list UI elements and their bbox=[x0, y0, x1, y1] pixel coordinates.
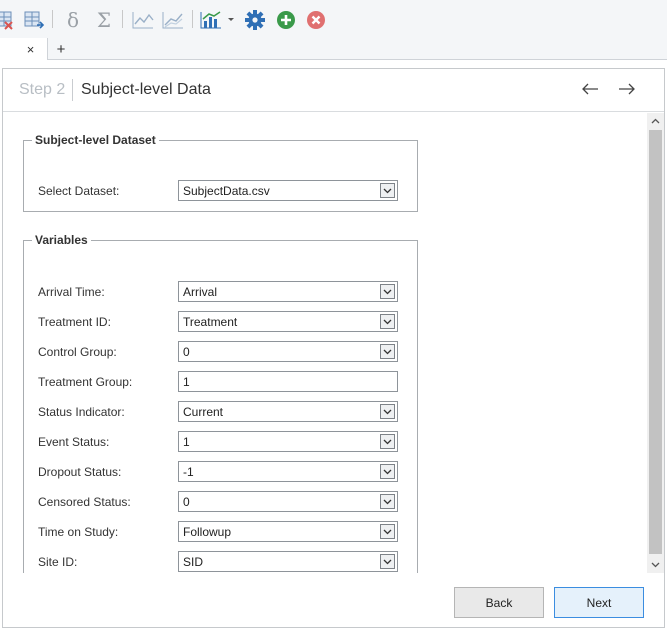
variable-label: Censored Status: bbox=[38, 495, 131, 509]
variable-label: Treatment ID: bbox=[38, 315, 111, 329]
variable-dropdown[interactable]: Current bbox=[178, 401, 398, 422]
variable-label: Status Indicator: bbox=[38, 405, 125, 419]
variable-dropdown[interactable]: Arrival bbox=[178, 281, 398, 302]
delta-icon[interactable]: δ bbox=[62, 8, 84, 32]
variable-dropdown[interactable]: 1 bbox=[178, 431, 398, 452]
subject-dataset-group: Subject-level Dataset Select Dataset: Su… bbox=[23, 133, 418, 212]
close-tab-icon[interactable]: × bbox=[27, 42, 35, 57]
line-chart-icon[interactable] bbox=[130, 8, 156, 32]
back-arrow-icon[interactable] bbox=[579, 78, 601, 100]
variable-label: Event Status: bbox=[38, 435, 110, 449]
toolbar-separator bbox=[192, 10, 193, 28]
variable-value: Arrival bbox=[183, 285, 218, 299]
header-divider bbox=[72, 79, 73, 101]
page-title: Subject-level Data bbox=[81, 81, 211, 98]
step-number: Step 2 bbox=[19, 81, 66, 98]
chevron-down-icon[interactable] bbox=[380, 344, 395, 359]
chevron-down-icon[interactable] bbox=[380, 464, 395, 479]
vertical-scrollbar[interactable] bbox=[647, 113, 664, 573]
variable-value: Followup bbox=[183, 525, 232, 539]
toolbar: δ Σ bbox=[0, 0, 667, 38]
variable-dropdown[interactable]: 0 bbox=[178, 491, 398, 512]
chevron-down-icon[interactable] bbox=[380, 284, 395, 299]
toolbar-separator bbox=[122, 10, 123, 28]
variable-value: -1 bbox=[183, 465, 194, 479]
area-chart-icon[interactable] bbox=[160, 8, 186, 32]
add-circle-icon[interactable] bbox=[274, 8, 298, 32]
variable-text-input[interactable]: 1 bbox=[178, 371, 398, 392]
tab-strip: × + bbox=[0, 38, 667, 60]
group-legend: Subject-level Dataset bbox=[35, 133, 156, 147]
add-tab-icon[interactable]: + bbox=[52, 38, 70, 60]
variable-value: Current bbox=[183, 405, 224, 419]
remove-circle-icon[interactable] bbox=[304, 8, 328, 32]
sigma-icon[interactable]: Σ bbox=[93, 8, 115, 32]
variable-dropdown[interactable]: Treatment bbox=[178, 311, 398, 332]
select-dataset-value: SubjectData.csv bbox=[183, 184, 270, 198]
variable-dropdown[interactable]: -1 bbox=[178, 461, 398, 482]
table-import-icon[interactable] bbox=[22, 8, 46, 32]
variable-value: 1 bbox=[183, 435, 190, 449]
variable-label: Control Group: bbox=[38, 345, 117, 359]
chevron-down-icon[interactable] bbox=[380, 494, 395, 509]
variable-value: SID bbox=[183, 555, 204, 569]
variable-value: 0 bbox=[183, 345, 190, 359]
next-button[interactable]: Next bbox=[554, 587, 644, 618]
content-scroll-area: Subject-level Dataset Select Dataset: Su… bbox=[3, 113, 664, 573]
chevron-down-icon[interactable] bbox=[380, 183, 395, 198]
back-button[interactable]: Back bbox=[454, 587, 544, 618]
scroll-down-icon[interactable] bbox=[647, 557, 664, 573]
select-dataset-label: Select Dataset: bbox=[38, 184, 120, 198]
variable-dropdown[interactable]: 0 bbox=[178, 341, 398, 362]
chevron-down-icon[interactable] bbox=[380, 314, 395, 329]
variable-dropdown[interactable]: Followup bbox=[178, 521, 398, 542]
variable-label: Site ID: bbox=[38, 555, 78, 569]
variables-group: Variables Arrival Time: Arrival Treatment … bbox=[23, 233, 418, 573]
delete-table-icon[interactable] bbox=[0, 8, 16, 32]
scroll-up-icon[interactable] bbox=[647, 113, 664, 129]
chevron-down-icon[interactable] bbox=[380, 404, 395, 419]
gear-icon[interactable] bbox=[243, 8, 267, 32]
forward-arrow-icon[interactable] bbox=[616, 78, 638, 100]
scrollbar-thumb[interactable] bbox=[649, 130, 662, 554]
variable-label: Arrival Time: bbox=[38, 285, 105, 299]
variable-label: Dropout Status: bbox=[38, 465, 122, 479]
chevron-down-icon[interactable] bbox=[380, 524, 395, 539]
variable-value: 1 bbox=[183, 375, 190, 389]
group-legend: Variables bbox=[35, 233, 88, 247]
variable-label: Time on Study: bbox=[38, 525, 119, 539]
variable-dropdown[interactable]: SID bbox=[178, 551, 398, 572]
bar-chart-dropdown-icon[interactable] bbox=[198, 8, 224, 32]
chevron-down-icon[interactable] bbox=[380, 554, 395, 569]
wizard-header: Step 2 Subject-level Data bbox=[3, 69, 664, 112]
wizard-panel: Step 2 Subject-level Data Subject-level … bbox=[2, 68, 665, 628]
tab-untitled[interactable]: × bbox=[0, 38, 48, 60]
toolbar-separator bbox=[52, 10, 53, 28]
chevron-down-icon[interactable] bbox=[380, 434, 395, 449]
variable-value: 0 bbox=[183, 495, 190, 509]
chevron-down-icon[interactable] bbox=[226, 8, 236, 32]
variable-value: Treatment bbox=[183, 315, 238, 329]
select-dataset-dropdown[interactable]: SubjectData.csv bbox=[178, 180, 398, 201]
variable-label: Treatment Group: bbox=[38, 375, 133, 389]
